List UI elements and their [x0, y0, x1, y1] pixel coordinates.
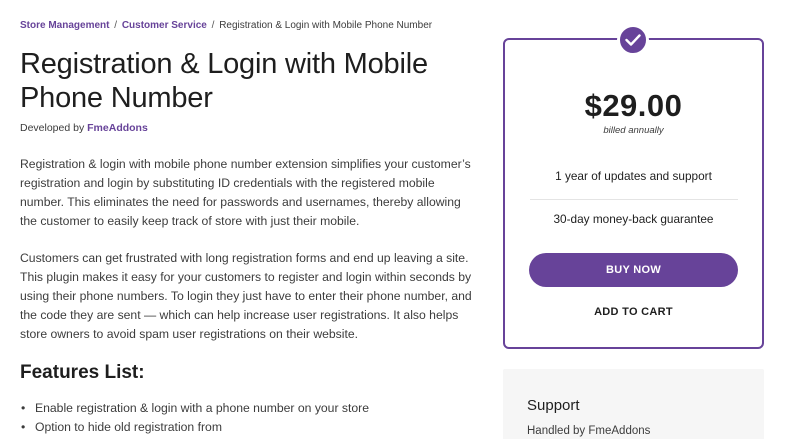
breadcrumb-customer-service[interactable]: Customer Service [122, 20, 207, 31]
list-item: • Enable registration & login with a phon… [20, 399, 475, 418]
description-paragraph-1: Registration & login with mobile phone n… [20, 157, 471, 228]
bullet-icon: • [21, 420, 26, 434]
features-list: • Enable registration & login with a phon… [20, 399, 475, 437]
developer-link[interactable]: FmeAddons [87, 122, 148, 134]
feature-text: Option to hide old registration from [35, 420, 222, 434]
description-paragraph-2: Customers can get frustrated with long r… [20, 251, 472, 341]
support-title: Support [527, 397, 580, 414]
breadcrumb-separator: / [211, 20, 215, 31]
benefit-money-back: 30-day money-back guarantee [553, 212, 714, 226]
developed-by-label: Developed by [20, 122, 85, 134]
divider [530, 199, 738, 200]
add-to-cart-button[interactable]: ADD TO CART [529, 303, 738, 321]
breadcrumb-separator: / [114, 20, 118, 31]
list-item: • Option to hide old registration from [20, 418, 475, 437]
billing-period: billed annually [603, 125, 664, 136]
developer-line: Developed by FmeAddons [20, 122, 148, 134]
feature-text: Enable registration & login with a phone… [35, 401, 370, 415]
buy-now-button[interactable]: BUY NOW [529, 253, 738, 287]
benefit-updates-support: 1 year of updates and support [555, 169, 712, 183]
breadcrumb-current-page: Registration & Login with Mobile Phone N… [219, 20, 433, 31]
features-heading: Features List: [20, 362, 145, 383]
support-handled-by: Handled by FmeAddons [527, 425, 651, 437]
breadcrumb-store-management[interactable]: Store Management [20, 20, 109, 31]
page-title: Registration & Login with Mobile Phone N… [20, 48, 428, 114]
price: $29.00 [584, 88, 683, 123]
check-icon [617, 24, 649, 56]
breadcrumb: Store Management / Customer Service / Re… [20, 20, 432, 31]
bullet-icon: • [21, 401, 26, 415]
